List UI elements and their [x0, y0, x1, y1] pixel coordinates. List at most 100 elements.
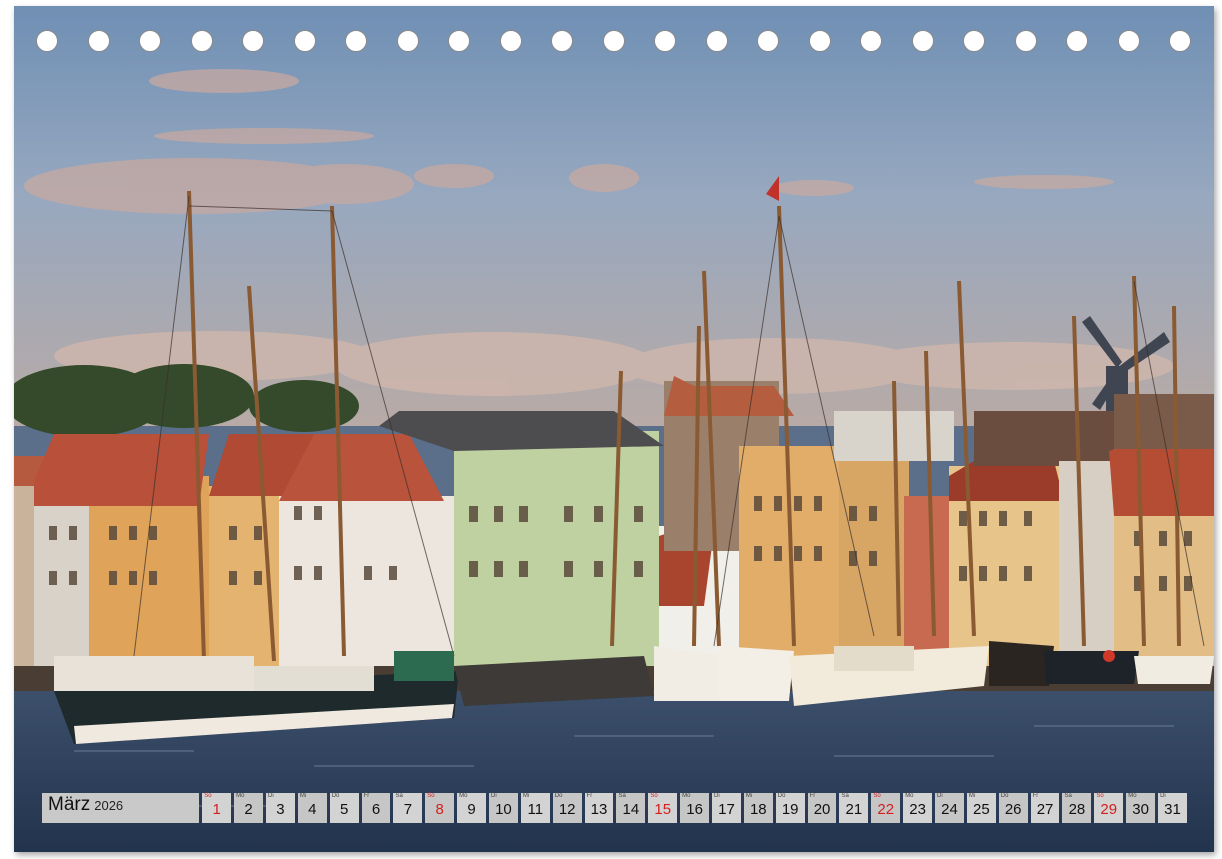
day-cell: Di 3: [266, 793, 295, 823]
day-cell: Sa 7: [393, 793, 423, 823]
day-weekday: Sa: [618, 793, 626, 799]
day-weekday: Do: [554, 793, 563, 799]
day-cell: Fr 20: [807, 793, 837, 823]
binding-hole: [242, 30, 264, 52]
day-weekday: Mo: [682, 793, 691, 799]
day-number: 1: [212, 801, 221, 818]
day-cell: Fr 13: [584, 793, 614, 823]
day-number: 24: [941, 801, 958, 818]
binding-hole: [705, 30, 728, 52]
day-cell: Di 31: [1158, 793, 1187, 823]
day-cell: Sa 21: [839, 793, 869, 823]
day-cell: Di 17: [712, 793, 741, 823]
binding-hole: [757, 30, 779, 52]
day-weekday: Sa: [1064, 793, 1072, 799]
day-weekday: Mo: [236, 793, 245, 799]
binding-hole: [139, 30, 161, 52]
binding-hole: [1014, 30, 1037, 52]
harbor-photo: [14, 6, 1214, 852]
day-weekday: So: [650, 793, 658, 799]
binding-holes: [14, 30, 1214, 56]
day-cell: Di 10: [489, 793, 518, 823]
day-number: 11: [527, 801, 544, 818]
day-cell: Mo 9: [457, 793, 487, 823]
day-number: 5: [339, 801, 349, 818]
binding-hole: [293, 30, 316, 52]
day-cell: Do 19: [775, 793, 805, 823]
day-cell: Do 12: [552, 793, 582, 823]
day-number: 15: [654, 801, 672, 818]
day-weekday: So: [1096, 793, 1104, 799]
month-year: 2026: [94, 798, 124, 813]
day-number: 18: [749, 801, 767, 818]
day-cell: So 29: [1094, 793, 1124, 823]
binding-hole: [345, 30, 367, 52]
binding-hole: [808, 30, 831, 52]
day-weekday: Mo: [459, 793, 468, 799]
day-number: 19: [781, 801, 799, 818]
day-number: 13: [590, 801, 608, 818]
day-weekday: Do: [1000, 793, 1009, 799]
day-weekday: Mi: [745, 793, 753, 799]
binding-hole: [911, 30, 934, 52]
day-cell: Sa 28: [1062, 793, 1092, 823]
binding-hole: [87, 30, 110, 52]
calendar-strip: März 2026 So 1 Mo 2 Di 3 Mi 4 Do 5 Fr 6 Sa 7 So 8 Mo 9 Di 10…: [42, 793, 1187, 823]
day-number: 26: [1004, 801, 1022, 818]
day-number: 17: [718, 801, 735, 818]
day-cell: Mo 23: [903, 793, 933, 823]
day-weekday: Fr: [809, 793, 816, 799]
day-cell: So 15: [648, 793, 678, 823]
month-label: März 2026: [42, 793, 200, 823]
day-number: 8: [435, 801, 444, 818]
calendar-page: März 2026 So 1 Mo 2 Di 3 Mi 4 Do 5 Fr 6 Sa 7 So 8 Mo 9 Di 10…: [14, 6, 1214, 852]
day-number: 9: [467, 801, 476, 818]
day-number: 23: [909, 801, 926, 818]
day-cell: Do 5: [329, 793, 359, 823]
day-weekday: So: [427, 793, 435, 799]
binding-hole: [963, 30, 985, 52]
binding-hole: [1169, 30, 1191, 52]
day-cell: Mi 11: [520, 793, 550, 823]
day-number: 27: [1036, 801, 1054, 818]
day-weekday: Mi: [968, 793, 976, 799]
day-cell: Mi 25: [966, 793, 996, 823]
binding-hole: [551, 30, 573, 52]
day-weekday: Di: [714, 793, 720, 799]
day-weekday: Sa: [395, 793, 403, 799]
binding-hole: [1066, 30, 1088, 52]
day-weekday: Fr: [586, 793, 593, 799]
day-weekday: Di: [268, 793, 274, 799]
day-number: 30: [1132, 801, 1149, 818]
day-cell: Sa 14: [616, 793, 646, 823]
day-cell: So 22: [871, 793, 901, 823]
day-number: 16: [686, 801, 703, 818]
binding-hole: [654, 30, 676, 52]
day-number: 12: [558, 801, 576, 818]
binding-hole: [448, 30, 470, 52]
day-weekday: So: [873, 793, 881, 799]
binding-hole: [190, 30, 213, 52]
day-cell: Fr 6: [361, 793, 391, 823]
day-weekday: Mo: [905, 793, 914, 799]
day-weekday: Mo: [1128, 793, 1137, 799]
day-cell: Di 24: [935, 793, 964, 823]
binding-hole: [36, 30, 58, 52]
binding-hole: [1117, 30, 1140, 52]
day-cell: Mo 16: [680, 793, 710, 823]
binding-hole: [602, 30, 625, 52]
month-name: März: [48, 794, 91, 815]
binding-hole: [860, 30, 882, 52]
day-cell: Mi 4: [297, 793, 327, 823]
day-number: 28: [1068, 801, 1086, 818]
day-cell: Fr 27: [1030, 793, 1060, 823]
day-number: 10: [495, 801, 512, 818]
day-cell: Mo 30: [1126, 793, 1156, 823]
binding-hole: [499, 30, 522, 52]
day-number: 22: [877, 801, 895, 818]
day-weekday: Mi: [299, 793, 307, 799]
day-number: 31: [1164, 801, 1181, 818]
day-weekday: Sa: [841, 793, 849, 799]
day-weekday: Di: [937, 793, 943, 799]
day-number: 3: [276, 801, 285, 818]
